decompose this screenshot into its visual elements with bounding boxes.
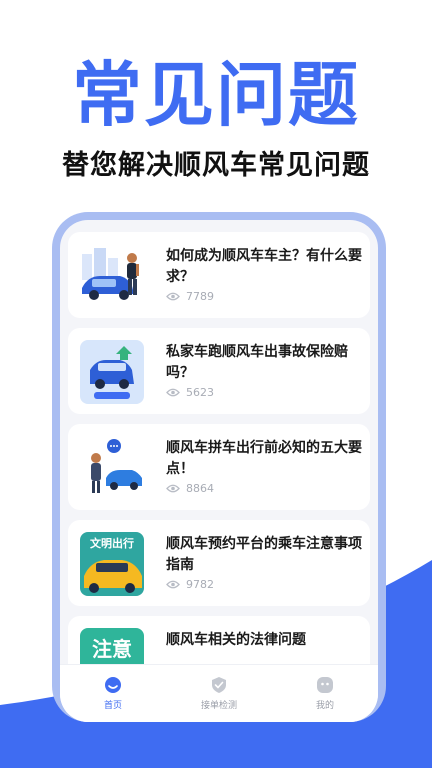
view-count-value: 9782 xyxy=(186,578,214,591)
civilized-travel-illustration: 文明出行 xyxy=(80,532,144,596)
eye-icon xyxy=(166,484,180,493)
article-title: 顺风车预约平台的乘车注意事项指南 xyxy=(166,536,362,573)
tab-home[interactable]: 首页 xyxy=(68,676,158,711)
hero-subtitle: 替您解决顺风车常见问题 xyxy=(62,150,370,181)
bottom-tab-bar: 首页 接单检测 我的 xyxy=(60,664,378,722)
view-count-value: 5623 xyxy=(186,386,214,399)
profile-icon xyxy=(317,677,333,693)
svg-text:文明出行: 文明出行 xyxy=(90,536,134,550)
article-title: 如何成为顺风车车主？有什么要求？ xyxy=(166,248,362,285)
hero-title: 常见问题 xyxy=(72,54,360,136)
phone-frame: 如何成为顺风车车主？有什么要求？ 7789 私家车跑顺风车出事故保险赔吗？ 56… xyxy=(52,212,386,722)
article-card[interactable]: 文明出行 顺风车预约平台的乘车注意事项指南 9782 xyxy=(68,520,370,606)
eye-icon xyxy=(166,580,180,589)
tab-label: 接单检测 xyxy=(200,701,237,711)
view-count-value: 7789 xyxy=(186,290,214,303)
article-card[interactable]: 顺风车拼车出行前必知的五大要点！ 8864 xyxy=(68,424,370,510)
view-count: 8864 xyxy=(166,482,214,495)
article-title: 顺风车相关的法律问题 xyxy=(166,632,306,648)
view-count-value: 8864 xyxy=(186,482,214,495)
view-count: 7789 xyxy=(166,290,214,303)
shield-check-icon xyxy=(212,677,226,693)
article-title: 私家车跑顺风车出事故保险赔吗？ xyxy=(166,344,348,381)
view-count: 5623 xyxy=(166,386,214,399)
eye-icon xyxy=(166,388,180,397)
phone-screen: 如何成为顺风车车主？有什么要求？ 7789 私家车跑顺风车出事故保险赔吗？ 56… xyxy=(60,220,378,722)
article-card[interactable]: 私家车跑顺风车出事故保险赔吗？ 5623 xyxy=(68,328,370,414)
carpool-tips-illustration xyxy=(80,436,144,500)
eye-icon xyxy=(166,292,180,301)
view-count: 9782 xyxy=(166,578,214,591)
tab-profile[interactable]: 我的 xyxy=(280,676,370,711)
car-accident-illustration xyxy=(80,340,144,404)
tab-label: 首页 xyxy=(103,701,122,711)
home-icon xyxy=(105,677,121,693)
svg-text:注意: 注意 xyxy=(92,637,132,661)
article-card[interactable]: 如何成为顺风车车主？有什么要求？ 7789 xyxy=(68,232,370,318)
car-owner-illustration xyxy=(80,244,144,308)
tab-label: 我的 xyxy=(315,701,334,711)
tab-order-check[interactable]: 接单检测 xyxy=(174,676,264,711)
article-title: 顺风车拼车出行前必知的五大要点！ xyxy=(166,440,362,477)
